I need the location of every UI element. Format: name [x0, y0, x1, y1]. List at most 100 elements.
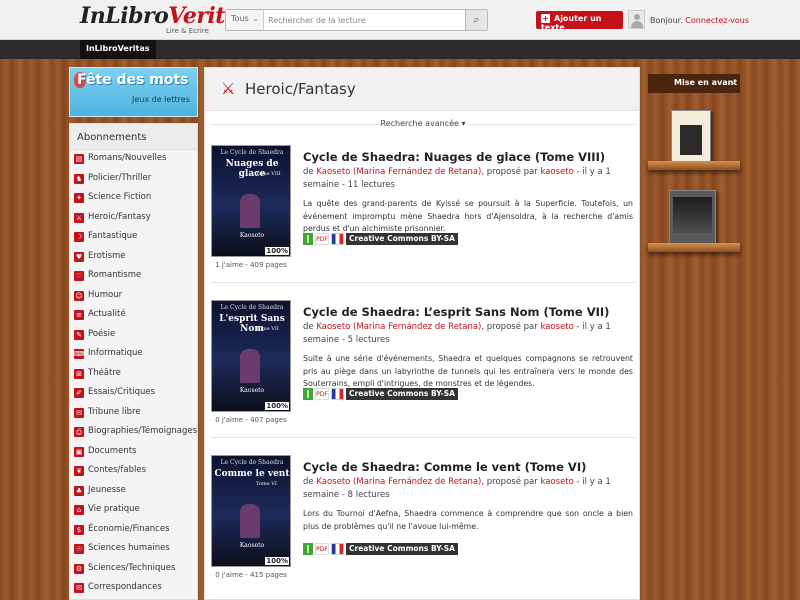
plus-icon: + [541, 14, 550, 23]
sidebar-item[interactable]: ✦ Science Fiction [70, 189, 197, 209]
sidebar-item[interactable]: ▣ Documents [70, 443, 197, 463]
category-icon: $ [74, 524, 84, 535]
sidebar-item[interactable]: ♞ Policier/Thriller [70, 170, 197, 190]
read-online-icon[interactable]: ❙ [303, 388, 313, 400]
login-link[interactable]: Connectez-vous [685, 16, 749, 25]
sidebar-item-label: Documents [88, 445, 137, 456]
sidebar-item[interactable]: ☉ Sciences humaines [70, 540, 197, 560]
category-icon: ♥ [74, 251, 84, 262]
top-header: InLibroVeritas Lire & Ecrire Tous⌄ ⌕ +Aj… [0, 0, 800, 40]
book-title-link[interactable]: Cycle de Shaedra: Nuages de glace (Tome … [303, 150, 605, 164]
sidebar-item-label: Tribune libre [88, 406, 141, 417]
search-input[interactable] [268, 12, 458, 28]
sidebar-item-label: Jeunesse [88, 484, 126, 495]
sidebar-item[interactable]: ⎙ Biographies/Témoignages [70, 423, 197, 443]
author-link[interactable]: Kaoseto (Marina Fernández de Retana) [316, 322, 481, 332]
divider [211, 282, 635, 283]
category-icon: ≡ [74, 310, 84, 320]
reading-progress-badge: 100% [265, 402, 289, 410]
author-link[interactable]: Kaoseto (Marina Fernández de Retana) [316, 477, 481, 487]
sidebar-item[interactable]: $ Économie/Finances [70, 521, 197, 541]
book-meta: de Kaoseto (Marina Fernández de Retana),… [303, 322, 611, 345]
category-icon: ✐ [74, 388, 84, 398]
search-category-select[interactable]: Tous ⌄ [226, 10, 264, 30]
read-online-icon[interactable]: ❙ [303, 543, 313, 555]
author-link[interactable]: Kaoseto (Marina Fernández de Retana) [316, 167, 481, 177]
reading-progress-badge: 100% [265, 247, 289, 255]
sidebar-item[interactable]: ♡ Romantisme [70, 267, 197, 287]
book-meta: de Kaoseto (Marina Fernández de Retana),… [303, 167, 611, 190]
sidebar-item-label: Théâtre [88, 367, 121, 378]
divider [467, 124, 635, 125]
search-button[interactable]: ⌕ [465, 10, 487, 30]
french-flag-icon [331, 543, 344, 555]
book-title-link[interactable]: Cycle de Shaedra: Comme le vent (Tome VI… [303, 460, 586, 474]
sidebar-item[interactable]: ▤ Romans/Nouvelles [70, 150, 197, 170]
sidebar-item-label: Biographies/Témoignages [88, 426, 198, 436]
divider [211, 437, 635, 438]
featured-book[interactable] [669, 190, 716, 247]
featured-shelf-header[interactable]: Mise en avant ⌄ [648, 74, 740, 93]
license-badge[interactable]: Creative Commons BY-SA [346, 388, 458, 400]
sidebar-item-label: Fantastique [88, 231, 138, 241]
book-description: Suite à une série d'événements, Shaedra … [303, 354, 633, 388]
category-icon: ❦ [74, 466, 84, 476]
sidebar-item[interactable]: ⊞ Théâtre [70, 365, 197, 385]
category-icon: ⌨ [74, 349, 85, 359]
sidebar-item[interactable]: ♥ Erotisme [70, 248, 197, 268]
pdf-icon[interactable]: PDF [315, 543, 329, 555]
sidebar-item[interactable]: ⌨ Informatique [70, 345, 197, 365]
book-title-link[interactable]: Cycle de Shaedra: L’esprit Sans Nom (Tom… [303, 305, 609, 319]
book-cover[interactable]: Le Cycle de Shaedra Comme le vent Tome VI K… [211, 455, 291, 567]
proposer-link[interactable]: kaoseto [540, 167, 573, 177]
sidebar-item[interactable]: ⚙ Sciences/Techniques [70, 560, 197, 580]
license-badge[interactable]: Creative Commons BY-SA [346, 233, 458, 245]
fete-des-mots-banner[interactable]: Fête des mots Jeux de lettres [69, 67, 198, 117]
category-icon: ⚙ [74, 563, 84, 574]
sidebar-item[interactable]: ⚔ Heroic/Fantasy [70, 209, 197, 229]
category-icon: ⊞ [74, 368, 84, 379]
french-flag-icon [331, 233, 344, 245]
sidebar-item-label: Romans/Nouvelles [88, 153, 167, 163]
sidebar-item[interactable]: ☽ Fantastique [70, 228, 197, 248]
search-icon: ⌕ [473, 13, 480, 26]
sidebar-item-label: Poésie [88, 328, 116, 339]
add-text-button[interactable]: + Ajouter un texte [536, 11, 623, 32]
logo-tagline: Lire & Ecrire [166, 27, 209, 35]
subscriptions-sidebar: Abonnements ▤ Romans/Nouvelles ♞ Policier/T… [69, 123, 198, 600]
book-entry: Le Cycle de Shaedra Comme le vent Tome VI K… [211, 455, 635, 599]
proposer-link[interactable]: kaoseto [540, 477, 573, 487]
sidebar-item[interactable]: ✎ Poésie [70, 326, 197, 346]
featured-book[interactable] [671, 110, 711, 165]
pdf-icon[interactable]: PDF [315, 233, 329, 245]
nav-tab-inlibroveritas[interactable]: InLibroVeritas [80, 40, 156, 59]
search-bar: Tous⌄ ⌕ [225, 9, 488, 31]
bookshelf-board [648, 161, 740, 170]
sidebar-item[interactable]: ❦ Contes/fables [70, 462, 197, 482]
sidebar-item[interactable]: ⌂ Vie pratique [70, 501, 197, 521]
sidebar-item-label: Essais/Critiques [88, 387, 156, 397]
license-badge[interactable]: Creative Commons BY-SA [346, 543, 458, 555]
read-online-icon[interactable]: ❙ [303, 233, 313, 245]
sidebar-item[interactable]: ✐ Essais/Critiques [70, 384, 197, 404]
pdf-icon[interactable]: PDF [315, 388, 329, 400]
sidebar-item-label: Informatique [88, 348, 143, 358]
sidebar-item-label: Contes/fables [88, 465, 146, 475]
sidebar-item-label: Policier/Thriller [88, 172, 152, 183]
sidebar-item[interactable]: ♣ Jeunesse [70, 482, 197, 502]
chevron-down-icon: ⌄ [252, 15, 259, 23]
sidebar-item-label: Sciences humaines [88, 543, 170, 553]
category-icon: ✦ [74, 193, 84, 203]
sidebar-item[interactable]: ☺ Humour [70, 287, 197, 307]
book-cover[interactable]: Le Cycle de Shaedra L'esprit Sans Nom Tome… [211, 300, 291, 412]
book-badges: ❙ PDF Creative Commons BY-SA [303, 388, 458, 402]
book-cover[interactable]: Le Cycle de Shaedra Nuages de glace Tome V… [211, 145, 291, 257]
proposer-link[interactable]: kaoseto [540, 322, 573, 332]
book-meta: de Kaoseto (Marina Fernández de Retana),… [303, 477, 611, 500]
user-avatar-icon[interactable] [628, 10, 645, 29]
sidebar-item-label: Science Fiction [88, 192, 152, 202]
sidebar-item[interactable]: ≡ Actualité [70, 306, 197, 326]
sidebar-item[interactable]: ✉ Tribune libre [70, 404, 197, 424]
sidebar-item[interactable]: ✉ Correspondances [70, 579, 197, 599]
sidebar-item-label: Vie pratique [88, 504, 140, 514]
